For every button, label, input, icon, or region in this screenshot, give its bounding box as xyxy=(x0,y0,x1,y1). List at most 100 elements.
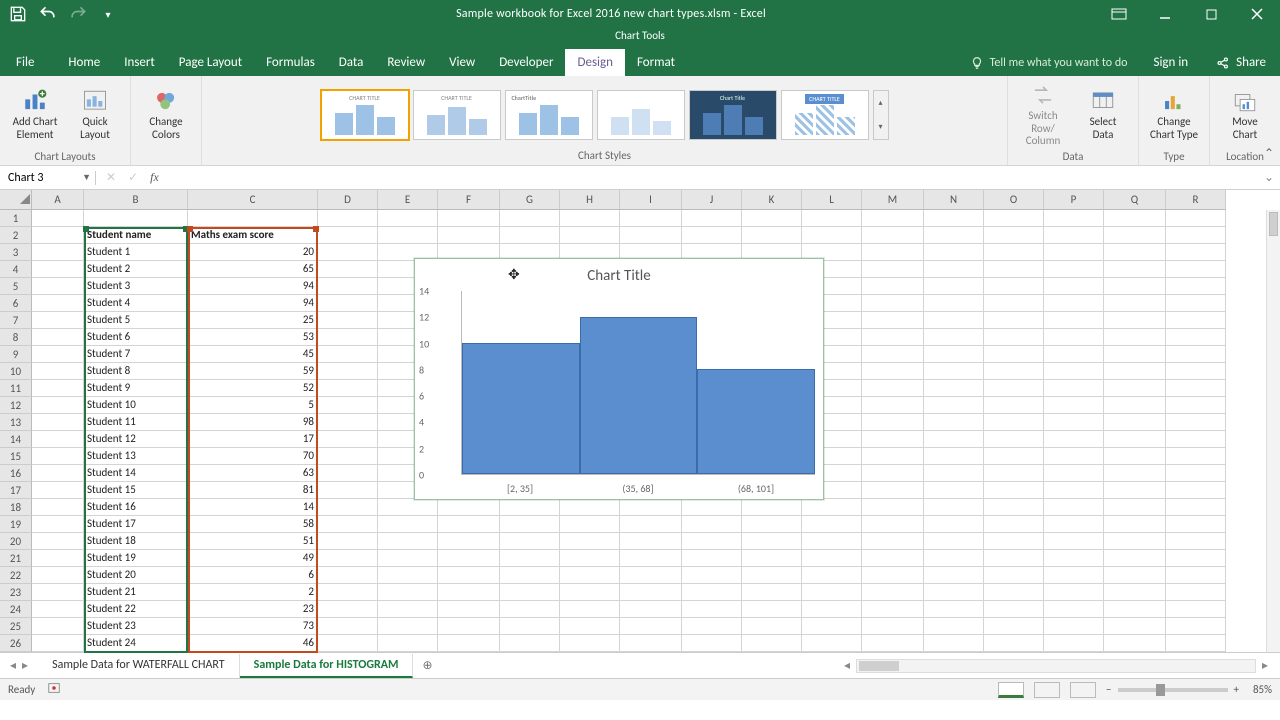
cell-B11[interactable]: Student 9 xyxy=(84,380,188,397)
cell-A13[interactable] xyxy=(32,414,84,431)
cell-Q25[interactable] xyxy=(1104,618,1166,635)
share-button[interactable]: Share xyxy=(1202,49,1280,76)
cell-F19[interactable] xyxy=(438,516,500,533)
cell-I26[interactable] xyxy=(620,635,682,652)
cell-M4[interactable] xyxy=(862,261,924,278)
cell-K20[interactable] xyxy=(742,533,802,550)
tab-data[interactable]: Data xyxy=(327,49,376,76)
cell-C21[interactable]: 49 xyxy=(188,550,318,567)
cell-C18[interactable]: 14 xyxy=(188,499,318,516)
cell-R2[interactable] xyxy=(1166,227,1226,244)
cell-Q23[interactable] xyxy=(1104,584,1166,601)
cell-B14[interactable]: Student 12 xyxy=(84,431,188,448)
cell-R8[interactable] xyxy=(1166,329,1226,346)
col-F[interactable]: F xyxy=(438,190,500,210)
cell-R9[interactable] xyxy=(1166,346,1226,363)
sheet-nav[interactable]: ◂▸ xyxy=(0,658,38,673)
select-data-button[interactable]: Select Data xyxy=(1076,80,1130,150)
cell-B6[interactable]: Student 4 xyxy=(84,295,188,312)
cell-F23[interactable] xyxy=(438,584,500,601)
row-headers[interactable]: 1234567891011121314151617181920212223242… xyxy=(0,210,32,652)
move-chart-button[interactable]: Move Chart xyxy=(1218,80,1272,150)
cell-H22[interactable] xyxy=(560,567,620,584)
cell-Q9[interactable] xyxy=(1104,346,1166,363)
cell-O12[interactable] xyxy=(984,397,1044,414)
cell-D13[interactable] xyxy=(318,414,378,431)
col-L[interactable]: L xyxy=(802,190,862,210)
cell-C17[interactable]: 81 xyxy=(188,482,318,499)
cell-N4[interactable] xyxy=(924,261,984,278)
cell-A6[interactable] xyxy=(32,295,84,312)
cell-M8[interactable] xyxy=(862,329,924,346)
cell-R1[interactable] xyxy=(1166,210,1226,227)
cell-A10[interactable] xyxy=(32,363,84,380)
cell-K2[interactable] xyxy=(742,227,802,244)
cell-I2[interactable] xyxy=(620,227,682,244)
cell-B20[interactable]: Student 18 xyxy=(84,533,188,550)
cell-N3[interactable] xyxy=(924,244,984,261)
cell-C3[interactable]: 20 xyxy=(188,244,318,261)
cell-C16[interactable]: 63 xyxy=(188,465,318,482)
cell-M1[interactable] xyxy=(862,210,924,227)
cell-A23[interactable] xyxy=(32,584,84,601)
cell-N17[interactable] xyxy=(924,482,984,499)
tab-review[interactable]: Review xyxy=(375,49,437,76)
cell-M18[interactable] xyxy=(862,499,924,516)
cell-Q13[interactable] xyxy=(1104,414,1166,431)
row-17[interactable]: 17 xyxy=(0,482,32,499)
cell-D23[interactable] xyxy=(318,584,378,601)
cell-Q14[interactable] xyxy=(1104,431,1166,448)
cell-M2[interactable] xyxy=(862,227,924,244)
cell-F2[interactable] xyxy=(438,227,500,244)
cell-L2[interactable] xyxy=(802,227,862,244)
column-headers[interactable]: ABCDEFGHIJKLMNOPQR xyxy=(32,190,1266,210)
cell-A22[interactable] xyxy=(32,567,84,584)
cell-O11[interactable] xyxy=(984,380,1044,397)
row-4[interactable]: 4 xyxy=(0,261,32,278)
row-2[interactable]: 2 xyxy=(0,227,32,244)
cell-I18[interactable] xyxy=(620,499,682,516)
cell-P15[interactable] xyxy=(1044,448,1104,465)
cell-K1[interactable] xyxy=(742,210,802,227)
cell-R3[interactable] xyxy=(1166,244,1226,261)
cell-A21[interactable] xyxy=(32,550,84,567)
col-G[interactable]: G xyxy=(500,190,560,210)
chevron-down-icon[interactable]: ▼ xyxy=(82,172,91,183)
cell-A14[interactable] xyxy=(32,431,84,448)
cell-Q5[interactable] xyxy=(1104,278,1166,295)
cell-H26[interactable] xyxy=(560,635,620,652)
vertical-scrollbar[interactable] xyxy=(1266,210,1280,652)
cell-M22[interactable] xyxy=(862,567,924,584)
undo-icon[interactable] xyxy=(38,4,58,24)
cell-B17[interactable]: Student 15 xyxy=(84,482,188,499)
cell-N20[interactable] xyxy=(924,533,984,550)
cell-N19[interactable] xyxy=(924,516,984,533)
cell-D3[interactable] xyxy=(318,244,378,261)
fx-icon[interactable]: fx xyxy=(150,170,167,185)
cell-R11[interactable] xyxy=(1166,380,1226,397)
embedded-chart[interactable]: Chart Title 02468101214 [2, 35](35, 68](… xyxy=(414,258,824,500)
col-D[interactable]: D xyxy=(318,190,378,210)
row-21[interactable]: 21 xyxy=(0,550,32,567)
ribbon-options-icon[interactable] xyxy=(1096,0,1142,28)
row-7[interactable]: 7 xyxy=(0,312,32,329)
cell-I24[interactable] xyxy=(620,601,682,618)
cell-C6[interactable]: 94 xyxy=(188,295,318,312)
row-5[interactable]: 5 xyxy=(0,278,32,295)
cell-N14[interactable] xyxy=(924,431,984,448)
cell-C15[interactable]: 70 xyxy=(188,448,318,465)
cell-D11[interactable] xyxy=(318,380,378,397)
cell-N2[interactable] xyxy=(924,227,984,244)
col-K[interactable]: K xyxy=(742,190,802,210)
cell-N22[interactable] xyxy=(924,567,984,584)
cell-B2[interactable]: Student name xyxy=(84,227,188,244)
row-20[interactable]: 20 xyxy=(0,533,32,550)
row-22[interactable]: 22 xyxy=(0,567,32,584)
chart-title[interactable]: Chart Title xyxy=(415,259,823,287)
cell-P6[interactable] xyxy=(1044,295,1104,312)
cell-G21[interactable] xyxy=(500,550,560,567)
cell-A24[interactable] xyxy=(32,601,84,618)
cell-G23[interactable] xyxy=(500,584,560,601)
cell-C7[interactable]: 25 xyxy=(188,312,318,329)
add-chart-element-button[interactable]: Add Chart Element xyxy=(8,80,62,150)
